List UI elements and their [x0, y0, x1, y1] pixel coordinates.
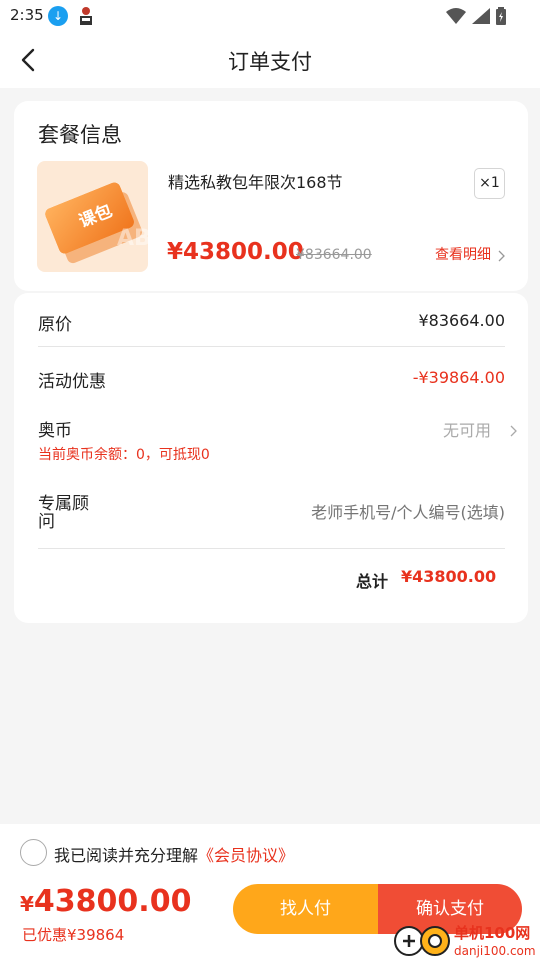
- course-card-illustration: 课包 AB: [45, 182, 148, 264]
- currency-symbol: ¥: [20, 892, 34, 916]
- status-bar: 2:35 ↓: [0, 0, 540, 32]
- page-title: 订单支付: [228, 50, 312, 74]
- agreement-label: 我已阅读并充分理解: [54, 846, 199, 865]
- agreement-checkbox[interactable]: [20, 839, 47, 866]
- wifi-icon: [446, 8, 466, 24]
- watermark-logo: 单机100网 danji100.com: [394, 924, 536, 958]
- status-icons: [446, 6, 506, 26]
- bottom-total-price: ¥43800.00: [20, 884, 191, 919]
- advisor-input[interactable]: [214, 497, 505, 527]
- section-title: 套餐信息: [38, 123, 122, 147]
- coin-label: 奥币: [38, 421, 72, 441]
- thumb-letters: AB: [117, 226, 148, 251]
- agreement-text: 我已阅读并充分理解《会员协议》: [54, 842, 294, 866]
- divider: [38, 346, 505, 347]
- friend-pay-button[interactable]: 找人付: [233, 884, 378, 934]
- divider: [38, 548, 505, 549]
- original-price-label: 原价: [38, 315, 72, 335]
- promo-value: -¥39864.00: [412, 368, 505, 387]
- download-icon: ↓: [48, 6, 68, 26]
- bottom-bar: 我已阅读并充分理解《会员协议》 ¥43800.00 已优惠¥39864 找人付 …: [0, 824, 540, 960]
- coin-value[interactable]: 无可用: [443, 417, 491, 441]
- view-detail-link[interactable]: 查看明细: [435, 244, 491, 264]
- signal-icon: [472, 8, 490, 24]
- header: 订单支付: [0, 32, 540, 88]
- total-value: ¥43800.00: [401, 567, 497, 586]
- chevron-right-icon: [510, 425, 517, 437]
- quantity-badge: ×1: [474, 168, 505, 199]
- bottom-amount: 43800.00: [33, 884, 192, 919]
- battery-icon: [496, 7, 506, 25]
- price-summary-card: 原价 ¥83664.00 活动优惠 -¥39864.00 奥币 无可用 当前奥币…: [14, 293, 528, 623]
- package-price: ¥43800.00: [167, 239, 304, 265]
- package-card: 套餐信息 课包 AB 精选私教包年限次168节 ×1 ¥43800.00 ¥83…: [14, 101, 528, 291]
- package-original-price: ¥83664.00: [296, 247, 372, 263]
- saved-amount: 已优惠¥39864: [22, 926, 125, 944]
- watermark-url: danji100.com: [454, 944, 536, 958]
- original-price-value: ¥83664.00: [418, 311, 505, 330]
- watermark-text: 单机100网: [454, 924, 530, 942]
- advisor-label: 专属顾问: [38, 494, 89, 532]
- total-label: 总计: [356, 572, 389, 591]
- member-agreement-link[interactable]: 《会员协议》: [198, 846, 294, 865]
- package-name: 精选私教包年限次168节: [168, 173, 343, 192]
- status-time: 2:35: [10, 6, 44, 24]
- package-thumbnail: 课包 AB: [37, 161, 148, 272]
- coin-hint: 当前奥币余额：0，可抵现0: [38, 447, 210, 463]
- promo-label: 活动优惠: [38, 372, 106, 392]
- chevron-right-icon: [498, 250, 505, 262]
- app-notification-icon: [80, 7, 92, 25]
